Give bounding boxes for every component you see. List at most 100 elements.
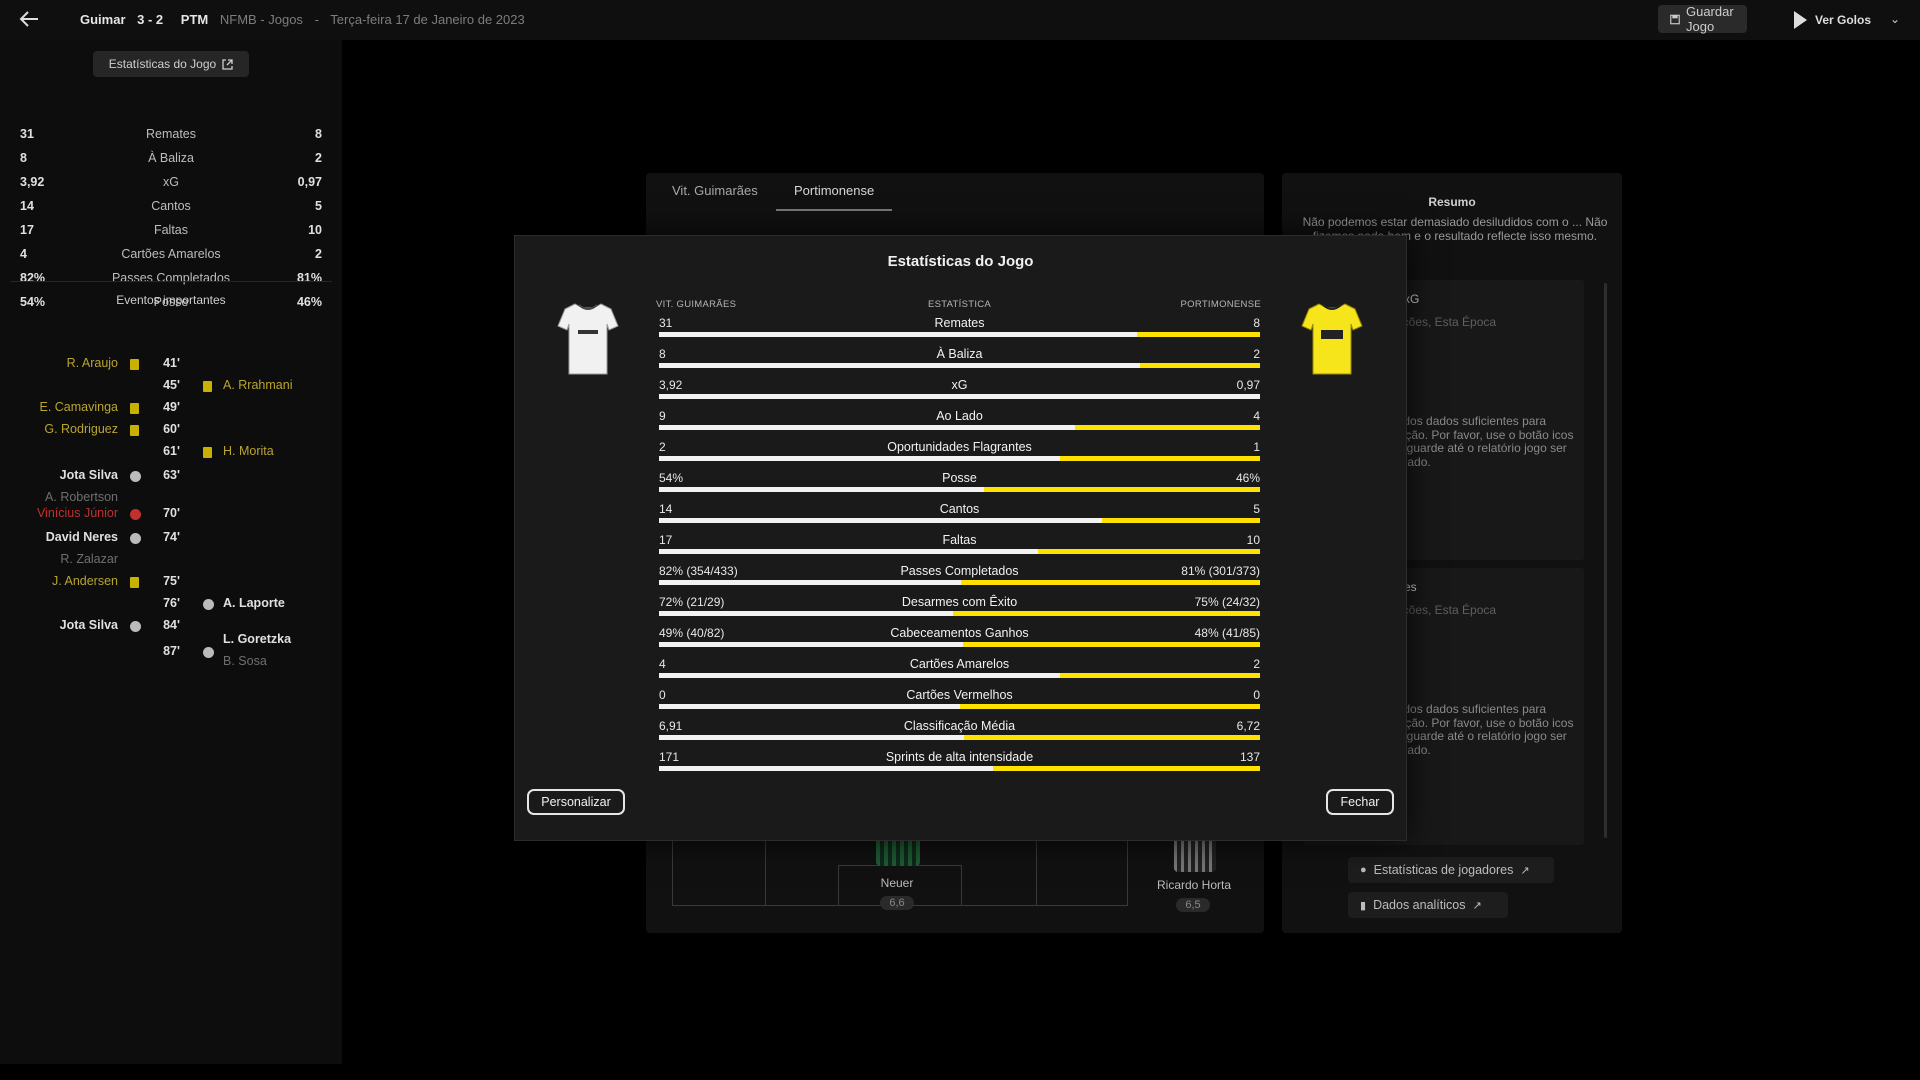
event-minute: 49' — [163, 400, 180, 414]
competition-name[interactable]: NFMB - Jogos — [220, 12, 303, 27]
scrollbar[interactable] — [1604, 283, 1607, 838]
stat-away-value: 10 — [308, 223, 322, 237]
stats-table-row: Ao Lado 9 4 — [659, 409, 1260, 440]
person-icon: ● — [1360, 864, 1367, 876]
event-minute: 63' — [163, 468, 180, 482]
stat-row: xG 3,92 0,97 — [20, 171, 322, 193]
stat-home-value: 82% (354/433) — [659, 564, 738, 578]
stat-row: Remates 31 8 — [20, 123, 322, 145]
stat-away-value: 2 — [315, 151, 322, 165]
event-player-away[interactable]: H. Morita — [223, 444, 274, 458]
stat-label: Classificação Média — [903, 719, 1016, 733]
home-share-fill — [659, 518, 1102, 523]
stat-comparison-bar — [659, 642, 1260, 647]
stat-away-value: 8 — [1253, 316, 1260, 330]
home-share-fill — [659, 673, 1060, 678]
stat-away-value: 10 — [1246, 533, 1260, 547]
save-match-button[interactable]: Guardar Jogo — [1658, 4, 1747, 34]
stat-away-value: 48% (41/85) — [1194, 626, 1260, 640]
own-goal-icon — [130, 509, 141, 520]
event-row: 63' Jota Silva A. Robertson — [0, 468, 342, 504]
event-assist-home[interactable]: R. Zalazar — [0, 552, 118, 566]
stat-column-header: ESTATÍSTICA — [927, 299, 992, 310]
stat-label: Faltas — [153, 223, 189, 237]
second-card-subtitle: ições, Esta Época — [1400, 603, 1497, 617]
event-assist-away[interactable]: B. Sosa — [223, 654, 267, 668]
save-icon — [1670, 14, 1680, 24]
stat-away-value: 0 — [1253, 688, 1260, 702]
event-minute: 75' — [163, 574, 180, 588]
event-player-away[interactable]: A. Laporte — [223, 596, 285, 610]
player-rating: 6,5 — [1176, 898, 1210, 912]
stat-away-value: 5 — [1253, 502, 1260, 516]
stats-table-row: Cartões Vermelhos 0 0 — [659, 688, 1260, 719]
stat-label: Remates — [934, 316, 985, 330]
yellow-card-icon — [203, 381, 212, 392]
player-name-ricardo-horta[interactable]: Ricardo Horta — [1148, 878, 1240, 892]
player-stats-button[interactable]: ● Estatísticas de jogadores ↗ — [1348, 857, 1554, 883]
stat-home-value: 3,92 — [20, 175, 45, 189]
stat-home-value: 82% — [20, 271, 46, 285]
stat-away-value: 81% — [296, 271, 322, 285]
analytics-button[interactable]: ▮ Dados analíticos ↗ — [1348, 892, 1508, 918]
summary-title: Resumo — [1428, 195, 1476, 209]
match-stats-button[interactable]: Estatísticas do Jogo — [93, 51, 249, 77]
stat-away-value: 8 — [315, 127, 322, 141]
stat-home-value: 9 — [659, 409, 666, 423]
away-team-short[interactable]: PTM — [181, 12, 208, 27]
event-player-home[interactable]: E. Camavinga — [0, 400, 118, 414]
stat-comparison-bar — [659, 735, 1260, 740]
customize-button[interactable]: Personalizar — [527, 789, 625, 815]
event-player-home[interactable]: Vinícius Júnior — [0, 506, 118, 520]
stat-label: Cartões Vermelhos — [906, 688, 1013, 702]
close-button[interactable]: Fechar — [1326, 789, 1394, 815]
analytics-label: Dados analíticos — [1373, 898, 1466, 912]
event-player-home[interactable]: G. Rodriguez — [0, 422, 118, 436]
stat-home-value: 72% (21/29) — [659, 595, 725, 609]
stat-label: Passes Completados — [111, 271, 231, 285]
event-player-home[interactable]: Jota Silva — [0, 618, 118, 632]
bar-chart-icon: ▮ — [1360, 899, 1367, 912]
stat-away-value: 137 — [1239, 750, 1260, 764]
stats-table-row: À Baliza 8 2 — [659, 347, 1260, 378]
stat-home-value: 171 — [659, 750, 680, 764]
stat-row: Passes Completados 82% 81% — [20, 267, 322, 289]
back-arrow-icon[interactable] — [18, 8, 46, 32]
stat-comparison-bar — [659, 673, 1260, 678]
event-row: 76' A. Laporte — [0, 596, 342, 614]
stat-away-value: 46% — [1235, 471, 1260, 485]
stat-row: Cartões Amarelos 4 2 — [20, 243, 322, 265]
tab-away-team[interactable]: Portimonense — [794, 183, 874, 198]
stat-away-value: 4 — [1253, 409, 1260, 423]
view-goals-button[interactable]: Ver Golos — [1794, 8, 1871, 32]
stat-row: Faltas 17 10 — [20, 219, 322, 241]
tab-home-team[interactable]: Vit. Guimarães — [672, 183, 758, 198]
sub-player-shirt-icon — [1174, 838, 1216, 872]
stat-label: Desarmes com Êxito — [901, 595, 1018, 609]
stat-comparison-bar — [659, 456, 1260, 461]
event-assist-home[interactable]: A. Robertson — [0, 490, 118, 504]
player-name-neuer[interactable]: Neuer — [860, 876, 934, 890]
event-minute: 70' — [163, 506, 180, 520]
event-player-away[interactable]: A. Rrahmani — [223, 378, 292, 392]
home-share-fill — [659, 425, 1075, 430]
home-share-fill — [659, 642, 963, 647]
stat-label: xG — [951, 378, 968, 392]
event-player-home[interactable]: David Neres — [0, 530, 118, 544]
stat-away-value: 1 — [1253, 440, 1260, 454]
event-player-home[interactable]: J. Andersen — [0, 574, 118, 588]
stat-home-value: 4 — [20, 247, 27, 261]
event-player-home[interactable]: Jota Silva — [0, 468, 118, 482]
chevron-down-icon[interactable]: ⌄ — [1890, 12, 1900, 26]
stat-comparison-bar — [659, 394, 1260, 399]
goal-ball-icon — [130, 621, 141, 632]
stat-home-value: 8 — [659, 347, 666, 361]
stats-table-row: Cantos 14 5 — [659, 502, 1260, 533]
event-player-away[interactable]: L. Goretzka — [223, 632, 291, 646]
event-player-home[interactable]: R. Araujo — [0, 356, 118, 370]
home-team-short[interactable]: Guimar — [80, 12, 126, 27]
stats-table-row: Faltas 17 10 — [659, 533, 1260, 564]
second-card-text: gados dados suficientes para ização. Por… — [1390, 702, 1574, 757]
event-minute: 87' — [163, 644, 180, 658]
event-row: 87' L. Goretzka B. Sosa — [0, 632, 342, 668]
